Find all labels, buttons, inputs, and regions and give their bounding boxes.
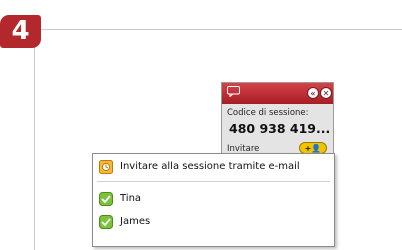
back-icon[interactable]: « — [307, 87, 319, 99]
close-icon[interactable]: ✕ — [320, 87, 332, 99]
widget-titlebar: « ✕ — [222, 83, 333, 104]
menu-item-label: Invitare alla sessione tramite e-mail — [120, 161, 300, 172]
chat-bubble-icon — [227, 86, 240, 97]
add-person-icon: +👤 — [304, 144, 322, 153]
invite-menu: Invitare alla sessione tramite e-mail Ti… — [92, 153, 335, 247]
menu-separator — [97, 181, 330, 182]
step-badge: 4 — [0, 15, 41, 48]
online-status-icon — [99, 215, 113, 229]
frame-left-line — [34, 29, 35, 250]
email-invite-icon — [99, 160, 113, 174]
menu-item-contact-tina[interactable]: Tina — [93, 189, 334, 211]
session-code-value: 480 938 419... — [229, 121, 331, 136]
online-status-icon — [99, 192, 113, 206]
contact-name: Tina — [120, 193, 142, 204]
contact-name: James — [120, 216, 151, 227]
session-widget: « ✕ Codice di sessione: 480 938 419... I… — [221, 82, 334, 160]
menu-item-contact-james[interactable]: James — [93, 212, 334, 234]
menu-item-email-invite[interactable]: Invitare alla sessione tramite e-mail — [93, 157, 334, 179]
frame-top-line — [34, 29, 402, 30]
session-code-label: Codice di sessione: — [227, 108, 309, 118]
